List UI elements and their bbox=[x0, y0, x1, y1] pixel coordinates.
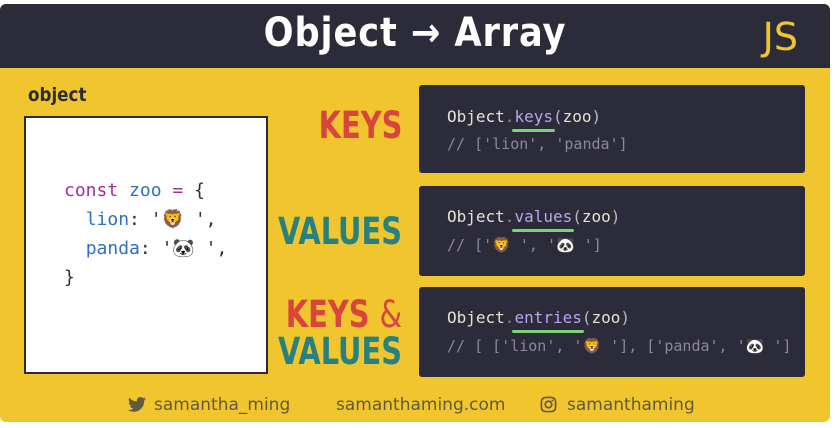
code-operator: = bbox=[172, 180, 184, 201]
code-key-panda: panda bbox=[85, 238, 140, 259]
arg-zoo: zoo bbox=[581, 207, 611, 226]
infographic-card: Object → Array JS object const zoo = { l… bbox=[0, 4, 830, 422]
object-code-box: const zoo = { lion: '🦁 ', panda: '🐼 ', } bbox=[24, 116, 268, 374]
method-values: values bbox=[514, 207, 573, 226]
method-keys: keys bbox=[514, 107, 553, 126]
object-keyword: Object bbox=[447, 308, 505, 327]
values-code-line: Object.values(zoo) bbox=[447, 207, 621, 226]
values-label: VALUES bbox=[277, 210, 402, 253]
keys-result: // ['lion', 'panda'] bbox=[447, 135, 628, 153]
twitter-handle[interactable]: samantha_ming bbox=[128, 395, 290, 415]
twitter-icon bbox=[128, 397, 146, 412]
entries-code-line: Object.entries(zoo) bbox=[447, 308, 631, 327]
arg-zoo: zoo bbox=[562, 107, 592, 126]
code-keyword: const bbox=[64, 180, 119, 201]
values-result: // ['🦁 ', '🐼 '] bbox=[447, 236, 602, 254]
instagram-handle[interactable]: samanthaming bbox=[540, 395, 695, 415]
code-brace-close: } bbox=[64, 267, 75, 288]
code-variable: zoo bbox=[129, 180, 162, 201]
code-value-lion: '🦁 ', bbox=[150, 209, 217, 230]
keys-label: KEYS bbox=[318, 104, 402, 147]
twitter-text: samantha_ming bbox=[154, 395, 291, 415]
keys-code-panel: Object.keys(zoo) // ['lion', 'panda'] bbox=[419, 85, 805, 173]
method-entries: entries bbox=[514, 308, 582, 327]
values-code-panel: Object.values(zoo) // ['🦁 ', '🐼 '] bbox=[419, 186, 805, 276]
instagram-icon bbox=[540, 396, 557, 413]
page-title: Object → Array bbox=[263, 10, 567, 56]
js-badge: JS bbox=[762, 15, 798, 59]
object-keyword: Object bbox=[447, 107, 505, 126]
entries-label-values: VALUES bbox=[277, 330, 402, 373]
code-value-panda: '🐼 ', bbox=[161, 238, 228, 259]
object-keyword: Object bbox=[447, 207, 505, 226]
entries-result: // [ ['lion', '🦁 '], ['panda', '🐼 '] bbox=[447, 337, 792, 355]
arg-zoo: zoo bbox=[591, 308, 621, 327]
code-key-lion: lion bbox=[85, 209, 130, 230]
entries-code-panel: Object.entries(zoo) // [ ['lion', '🦁 '],… bbox=[419, 287, 805, 377]
keys-code-line: Object.keys(zoo) bbox=[447, 107, 602, 126]
header-bar: Object → Array JS bbox=[0, 4, 830, 68]
object-label: object bbox=[28, 84, 87, 106]
object-code: const zoo = { lion: '🦁 ', panda: '🐼 ', } bbox=[64, 180, 228, 288]
website-link[interactable]: samanthaming.com bbox=[336, 395, 505, 415]
instagram-text: samanthaming bbox=[567, 395, 695, 415]
footer: samantha_ming samanthaming.com samantham… bbox=[0, 392, 830, 422]
code-brace-open: { bbox=[194, 180, 205, 201]
